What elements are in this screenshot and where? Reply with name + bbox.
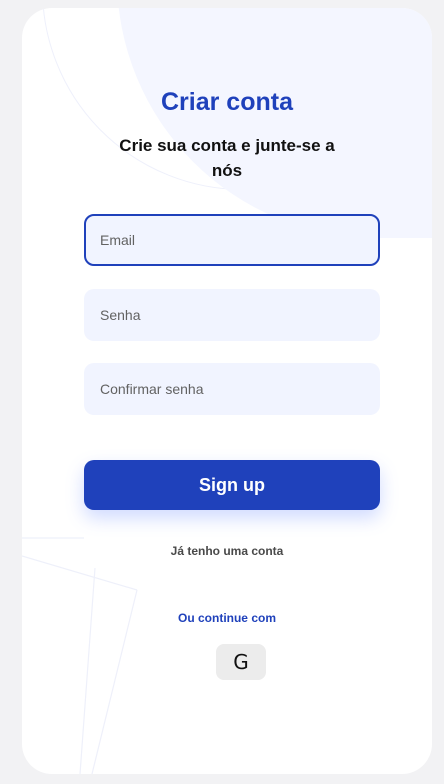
password-field[interactable] [84, 289, 380, 341]
signup-button[interactable]: Sign up [84, 460, 380, 510]
signup-card: Criar conta Crie sua conta e junte-se a … [22, 8, 432, 774]
background-lines [22, 537, 138, 774]
google-signin-button[interactable]: G [216, 644, 266, 680]
google-icon: G [233, 650, 249, 674]
page-subtitle: Crie sua conta e junte-se a nós [119, 136, 335, 180]
background-blob [117, 8, 432, 238]
have-account-link[interactable]: Já tenho uma conta [22, 544, 432, 558]
email-field[interactable] [84, 214, 380, 266]
page-title: Criar conta [161, 88, 293, 116]
continue-with-label: Ou continue com [177, 611, 276, 625]
confirm-password-field[interactable] [84, 363, 380, 415]
